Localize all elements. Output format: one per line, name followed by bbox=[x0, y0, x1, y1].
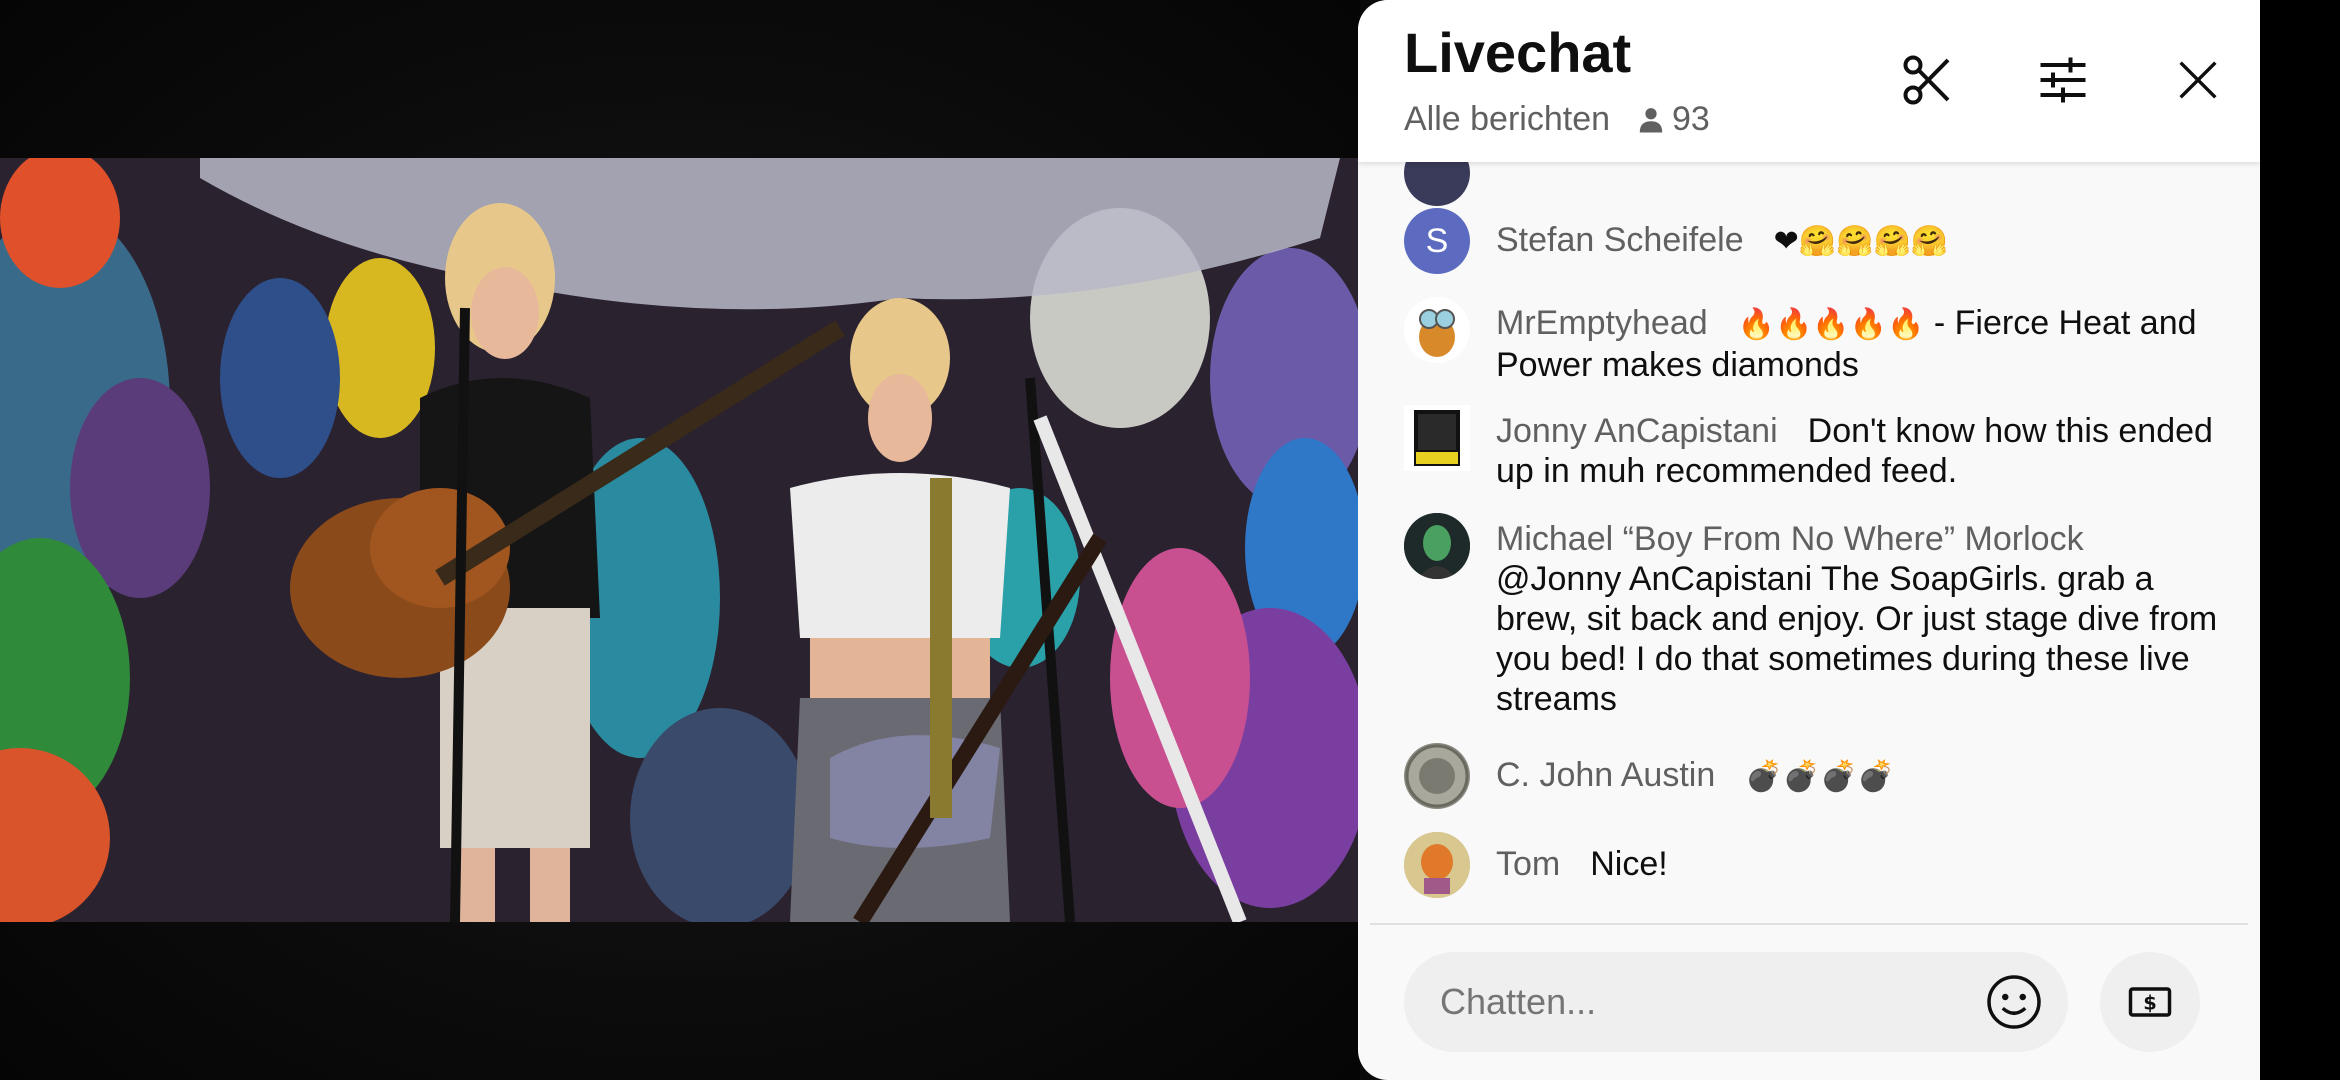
video-image bbox=[0, 158, 1360, 922]
video-player[interactable] bbox=[0, 0, 1360, 1080]
message-author[interactable]: Jonny AnCapistani bbox=[1496, 412, 1778, 450]
message-content: Tom Nice! bbox=[1496, 844, 2236, 884]
chat-filter-dropdown[interactable]: Alle berichten bbox=[1404, 100, 1610, 139]
person-icon bbox=[1639, 107, 1663, 132]
message-author[interactable]: Tom bbox=[1496, 845, 1560, 883]
message-content: Michael “Boy From No Where” Morlock @Jonn… bbox=[1496, 519, 2236, 719]
message-author[interactable]: MrEmptyhead bbox=[1496, 304, 1708, 342]
avatar-image bbox=[1404, 832, 1470, 898]
chat-title: Livechat bbox=[1404, 21, 1632, 84]
livechat-panel: Livechat Alle berichten 93 S Stefan Sche… bbox=[1358, 0, 2260, 1080]
chat-settings-button[interactable] bbox=[2028, 45, 2098, 115]
emoji-button[interactable] bbox=[1978, 966, 2050, 1038]
viewer-count: 93 bbox=[1636, 100, 1710, 139]
message-text: @Jonny AnCapistani The SoapGirls. grab a… bbox=[1496, 560, 2218, 718]
avatar[interactable] bbox=[1404, 162, 1470, 206]
tune-icon bbox=[2040, 57, 2086, 103]
message-text: Nice! bbox=[1590, 845, 1668, 883]
scissors-icon bbox=[1903, 55, 1950, 105]
super-chat-button[interactable]: $ bbox=[2100, 952, 2200, 1052]
chat-input[interactable] bbox=[1438, 980, 1962, 1024]
viewer-count-value: 93 bbox=[1672, 100, 1710, 138]
message-emoji: ❤🤗🤗🤗🤗 bbox=[1773, 224, 1949, 259]
chat-message-list[interactable]: S Stefan Scheifele ❤🤗🤗🤗🤗 MrEmptyhead 🔥🔥🔥🔥🔥… bbox=[1358, 162, 2260, 924]
avatar[interactable] bbox=[1404, 405, 1470, 471]
message-author[interactable]: C. John Austin bbox=[1496, 756, 1715, 794]
close-chat-button[interactable] bbox=[2163, 45, 2233, 115]
message-author[interactable]: Stefan Scheifele bbox=[1496, 221, 1744, 259]
message-emoji: 🔥🔥🔥🔥🔥 bbox=[1737, 307, 1925, 342]
video-frame[interactable] bbox=[0, 158, 1360, 922]
message-content: C. John Austin 💣💣💣💣 bbox=[1496, 755, 2236, 797]
chat-subheader: Alle berichten 93 bbox=[1404, 100, 1710, 139]
money-icon: $ bbox=[2128, 987, 2172, 1017]
message-author[interactable]: Michael “Boy From No Where” Morlock bbox=[1496, 520, 2084, 558]
message-content: Jonny AnCapistani Don't know how this end… bbox=[1496, 411, 2236, 491]
avatar[interactable] bbox=[1404, 297, 1470, 363]
svg-text:$: $ bbox=[2143, 992, 2157, 1015]
screen-edge bbox=[2260, 0, 2340, 1080]
clip-button[interactable] bbox=[1893, 45, 1963, 115]
chat-divider bbox=[1370, 923, 2248, 925]
smiley-icon bbox=[1987, 975, 2041, 1029]
avatar[interactable] bbox=[1404, 743, 1470, 809]
avatar[interactable] bbox=[1404, 513, 1470, 579]
chat-header: Livechat Alle berichten 93 bbox=[1358, 0, 2260, 162]
avatar[interactable] bbox=[1404, 832, 1470, 898]
message-content: Stefan Scheifele ❤🤗🤗🤗🤗 bbox=[1496, 220, 2236, 262]
avatar-image bbox=[1405, 744, 1469, 808]
avatar-image bbox=[1419, 309, 1455, 357]
avatar-image bbox=[1404, 513, 1470, 579]
avatar-image bbox=[1414, 410, 1460, 466]
avatar[interactable]: S bbox=[1404, 208, 1470, 274]
close-icon bbox=[2179, 61, 2217, 99]
message-emoji: 💣💣💣💣 bbox=[1745, 759, 1895, 794]
chat-input-box[interactable] bbox=[1404, 952, 2068, 1052]
message-content: MrEmptyhead 🔥🔥🔥🔥🔥 - Fierce Heat and Power… bbox=[1496, 303, 2236, 385]
avatar-letter: S bbox=[1425, 221, 1449, 260]
